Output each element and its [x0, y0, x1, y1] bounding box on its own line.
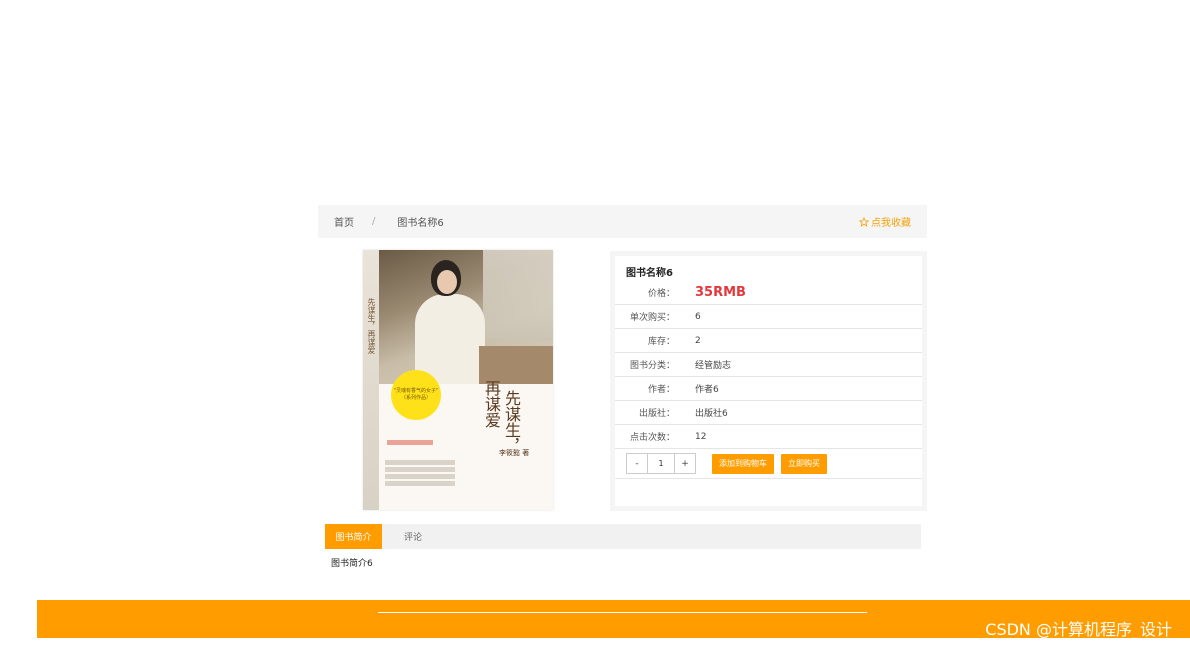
tab-content-intro: 图书简介6	[331, 559, 373, 569]
author-label: 作者：	[647, 385, 675, 395]
cover-badge: "灵魂有香气的女子" （系列作品）	[391, 370, 441, 420]
single-purchase-value: 6	[695, 311, 701, 322]
favorite-button[interactable]: 点我收藏	[859, 214, 911, 229]
author-value: 作者6	[695, 385, 719, 395]
purchase-row: - 1 + 添加到购物车 立即购买	[615, 448, 922, 478]
breadcrumb-separator: /	[372, 216, 376, 227]
watermark: CSDN @计算机程序_设计	[985, 620, 1172, 639]
cover-title-line2: 再谋爱	[482, 380, 501, 428]
breadcrumb-home-link[interactable]: 首页	[334, 214, 354, 229]
cover-author: 李筱懿 著	[499, 449, 530, 457]
info-panel-bottom	[615, 478, 922, 502]
cover-window	[483, 250, 553, 340]
info-row-publisher: 出版社： 出版社6	[615, 400, 922, 424]
increase-button[interactable]: +	[675, 454, 695, 473]
info-row-category: 图书分类： 经管励志	[615, 352, 922, 376]
add-to-cart-button[interactable]: 添加到购物车	[712, 453, 774, 474]
footer-divider	[378, 612, 867, 613]
cover-table	[479, 346, 553, 384]
publisher-value: 出版社6	[695, 409, 728, 419]
single-purchase-label: 单次购买：	[629, 313, 675, 323]
price-label: 价格：	[647, 288, 675, 299]
tab-comments[interactable]: 评论	[382, 524, 444, 549]
cover-spine-title: 先谋生，再谋爱	[367, 298, 376, 354]
stock-label: 库存：	[647, 337, 675, 347]
info-row-author: 作者： 作者6	[615, 376, 922, 400]
category-value: 经管励志	[695, 361, 732, 371]
buy-now-button[interactable]: 立即购买	[781, 453, 827, 474]
breadcrumb-current: 图书名称6	[397, 218, 444, 229]
book-info-panel: 图书名称6 价格： 35RMB 单次购买： 6 库存： 2 图书分类： 经管励志…	[610, 251, 927, 511]
cover-badge-line2: （系列作品）	[400, 395, 431, 401]
cover-badge-line1: "灵魂有香气的女子"	[393, 388, 439, 394]
breadcrumb: 首页 / 图书名称6 点我收藏	[318, 205, 927, 238]
cover-person-face	[437, 270, 457, 294]
info-row-price: 价格： 35RMB	[615, 280, 922, 304]
stock-value: 2	[695, 335, 701, 346]
favorite-label: 点我收藏	[871, 218, 911, 229]
info-row-clicks: 点击次数： 12	[615, 424, 922, 448]
price-value: 35RMB	[695, 284, 746, 300]
cover-photo	[379, 250, 553, 384]
decrease-button[interactable]: -	[627, 454, 647, 473]
quantity-stepper: - 1 +	[626, 453, 696, 474]
cover-spine	[363, 250, 379, 510]
quantity-input[interactable]: 1	[647, 454, 675, 473]
clicks-label: 点击次数：	[629, 433, 675, 443]
category-label: 图书分类：	[629, 361, 675, 371]
cover-blurb	[385, 460, 455, 488]
star-icon	[859, 216, 869, 227]
clicks-value: 12	[695, 431, 707, 442]
tab-book-intro[interactable]: 图书简介	[325, 524, 382, 549]
cover-title-line1: 先谋生，	[502, 390, 521, 454]
cover-red-tag	[387, 440, 433, 445]
detail-tabs: 图书简介 评论	[325, 524, 921, 549]
info-row-single-purchase: 单次购买： 6	[615, 304, 922, 328]
book-title: 图书名称6	[626, 268, 673, 279]
cover-person-body	[415, 294, 485, 384]
publisher-label: 出版社：	[638, 409, 675, 419]
info-row-stock: 库存： 2	[615, 328, 922, 352]
book-cover-image: 先谋生，再谋爱 "灵魂有香气的女子" （系列作品） 先谋生， 再谋爱 李筱懿 著	[363, 250, 553, 510]
